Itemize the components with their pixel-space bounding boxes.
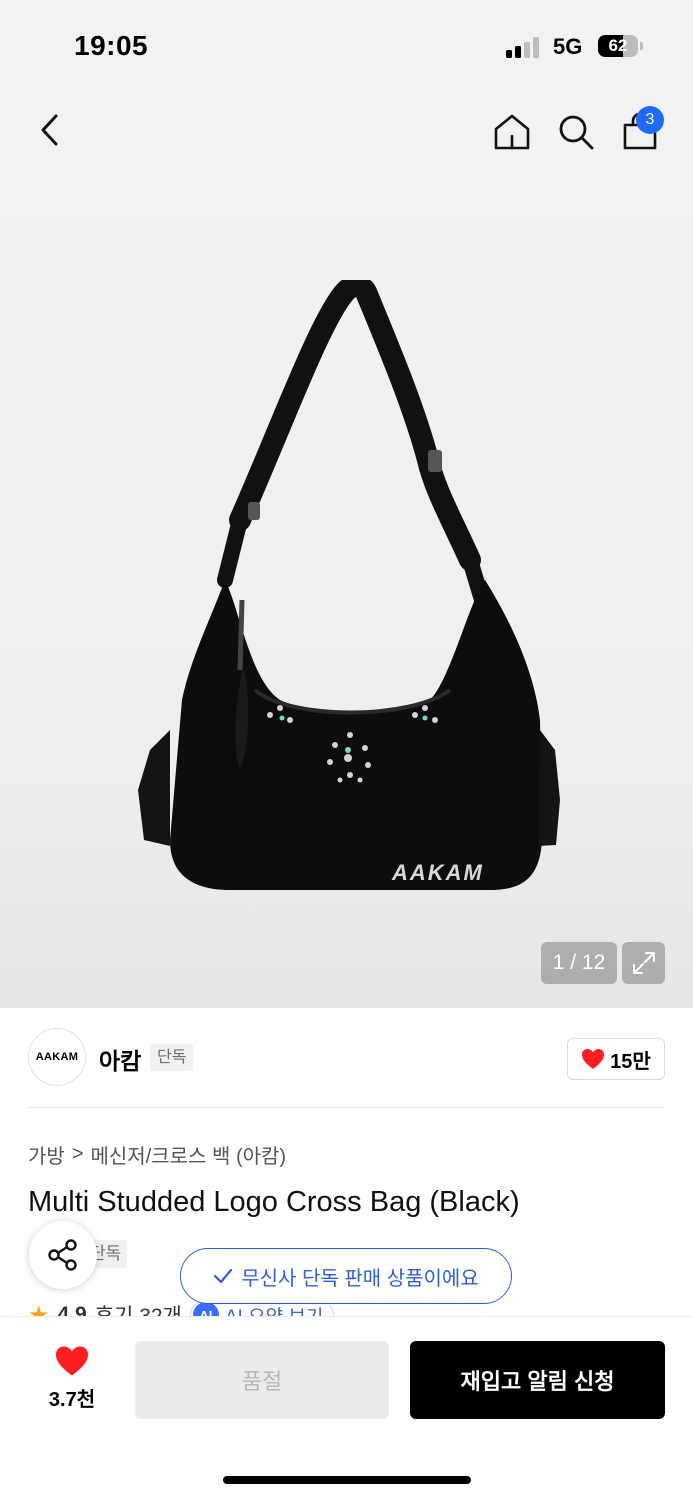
- search-button[interactable]: [554, 110, 598, 154]
- product-title: Multi Studded Logo Cross Bag (Black): [28, 1186, 520, 1218]
- share-icon: [48, 1239, 77, 1271]
- cart-count-badge: 3: [636, 106, 664, 134]
- battery-icon: 62: [598, 35, 638, 57]
- back-button[interactable]: [30, 110, 70, 150]
- status-bar: 19:05 5G 62: [0, 0, 693, 90]
- product-like-count: 3.7천: [48, 1389, 96, 1411]
- product-like-button[interactable]: 3.7천: [36, 1345, 108, 1412]
- brand-like-button[interactable]: 15만: [567, 1038, 665, 1080]
- expand-image-button[interactable]: [622, 942, 665, 984]
- battery-percent: 62: [608, 36, 628, 55]
- check-icon: [214, 1268, 233, 1284]
- heart-icon: [582, 1049, 605, 1069]
- status-time: 19:05: [74, 30, 149, 61]
- exclusive-tag: 단독: [150, 1044, 194, 1071]
- breadcrumb-category[interactable]: 가방: [28, 1140, 65, 1169]
- home-icon: [494, 114, 530, 150]
- heart-icon: [56, 1346, 88, 1376]
- restock-alert-button[interactable]: 재입고 알림 신청: [410, 1341, 665, 1419]
- toast-text: 무신사 단독 판매 상품이에요: [241, 1267, 479, 1290]
- divider: [28, 1107, 665, 1108]
- network-type: 5G: [553, 34, 583, 59]
- home-indicator: [223, 1476, 471, 1484]
- image-counter: 1 / 12: [541, 942, 617, 984]
- brand-row: AAKAM 아캄 단독 15만: [28, 1028, 665, 1088]
- breadcrumb: 가방 > 메신저/크로스 백 (아캄): [28, 1140, 286, 1169]
- product-image-gallery[interactable]: 3 AAKAM 1 / 12: [0, 90, 693, 1008]
- breadcrumb-subcategory[interactable]: 메신저/크로스 백 (아캄): [91, 1140, 287, 1169]
- brand-like-count: 15만: [610, 1050, 651, 1073]
- brand-logo-text: AAKAM: [35, 1051, 79, 1063]
- chevron-left-icon: [41, 114, 58, 146]
- bottom-action-bar: 3.7천 품절 재입고 알림 신청: [0, 1316, 693, 1500]
- exclusive-toast: 무신사 단독 판매 상품이에요: [180, 1248, 512, 1304]
- bag-logo: AAKAM: [391, 860, 484, 885]
- soldout-button: 품절: [135, 1341, 389, 1419]
- expand-icon: [632, 952, 655, 974]
- search-icon: [559, 115, 594, 150]
- product-image: AAKAM: [138, 280, 560, 890]
- cellular-signal-icon: [506, 36, 542, 58]
- brand-name[interactable]: 아캄: [99, 1042, 141, 1076]
- brand-logo[interactable]: AAKAM: [28, 1028, 86, 1086]
- share-button[interactable]: [29, 1221, 97, 1289]
- breadcrumb-separator: >: [71, 1143, 84, 1165]
- home-button[interactable]: [490, 110, 534, 154]
